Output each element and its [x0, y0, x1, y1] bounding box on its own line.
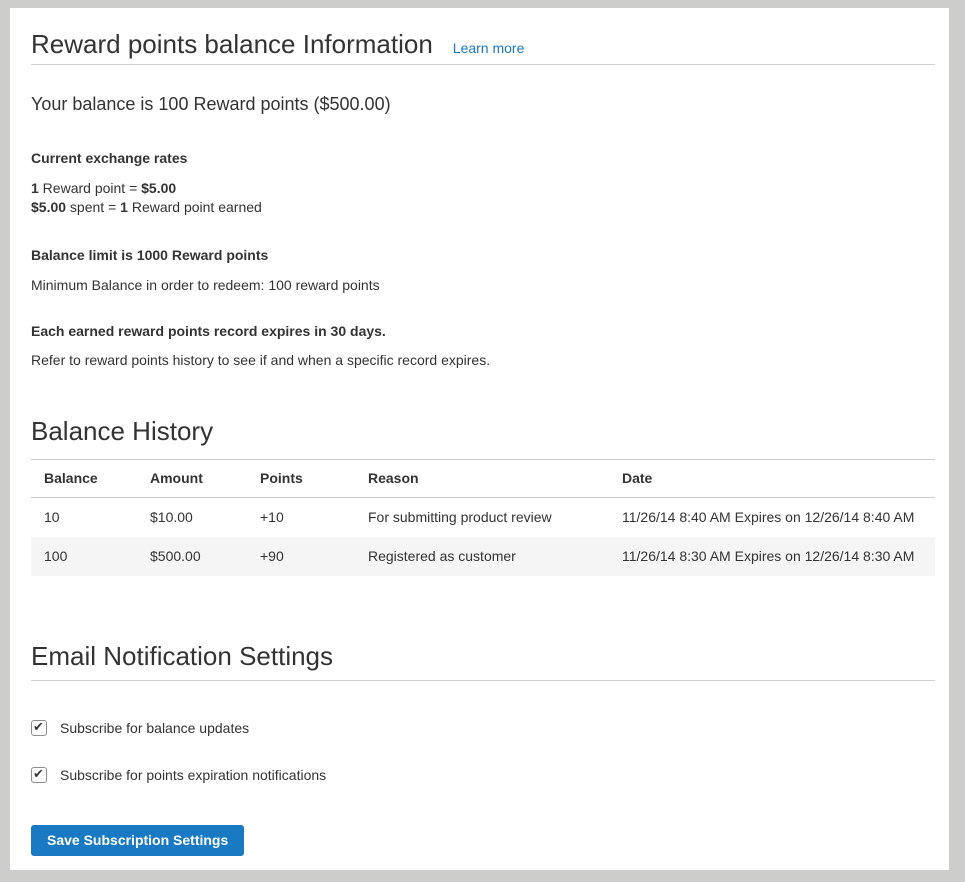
table-row: 100 $500.00 +90 Registered as customer 1… [31, 537, 935, 576]
expiration-notifications-label: Subscribe for points expiration notifica… [60, 767, 326, 783]
cell-amount: $10.00 [137, 498, 247, 538]
column-header-points: Points [247, 460, 355, 498]
cell-points: +90 [247, 537, 355, 576]
column-header-reason: Reason [355, 460, 609, 498]
cell-amount: $500.00 [137, 537, 247, 576]
expiration-note: Refer to reward points history to see if… [31, 352, 935, 368]
balance-history-table: Balance Amount Points Reason Date 10 $10… [31, 459, 935, 576]
expiration-notifications-checkbox[interactable] [31, 767, 47, 783]
balance-updates-label: Subscribe for balance updates [60, 720, 249, 736]
balance-updates-checkbox[interactable] [31, 720, 47, 736]
page-header: Reward points balance Information Learn … [31, 8, 935, 64]
balance-history-title: Balance History [31, 418, 935, 445]
cell-balance: 10 [31, 498, 137, 538]
table-row: 10 $10.00 +10 For submitting product rev… [31, 498, 935, 538]
rate-line1: 1 Reward point = $5.00 [31, 180, 176, 196]
subscribe-expiration-notifications-row[interactable]: Subscribe for points expiration notifica… [31, 767, 935, 783]
exchange-rates-lines: 1 Reward point = $5.00 $5.00 spent = 1 R… [31, 179, 935, 217]
minimum-redeem-note: Minimum Balance in order to redeem: 100 … [31, 277, 935, 293]
email-notification-settings-title: Email Notification Settings [31, 643, 935, 670]
reward-points-panel: Reward points balance Information Learn … [10, 8, 949, 870]
save-subscription-settings-button[interactable]: Save Subscription Settings [31, 825, 244, 856]
cell-reason: For submitting product review [355, 498, 609, 538]
column-header-amount: Amount [137, 460, 247, 498]
exchange-rates-heading: Current exchange rates [31, 150, 935, 166]
cell-date: 11/26/14 8:40 AM Expires on 12/26/14 8:4… [609, 498, 935, 538]
cell-date: 11/26/14 8:30 AM Expires on 12/26/14 8:3… [609, 537, 935, 576]
email-section-divider [31, 680, 935, 681]
table-header-row: Balance Amount Points Reason Date [31, 460, 935, 498]
cell-balance: 100 [31, 537, 137, 576]
learn-more-link[interactable]: Learn more [453, 40, 525, 56]
page-title: Reward points balance Information [31, 25, 433, 63]
cell-points: +10 [247, 498, 355, 538]
expiration-heading: Each earned reward points record expires… [31, 323, 935, 339]
rate-line2: $5.00 spent = 1 Reward point earned [31, 199, 262, 215]
subscribe-balance-updates-row[interactable]: Subscribe for balance updates [31, 720, 935, 736]
column-header-balance: Balance [31, 460, 137, 498]
column-header-date: Date [609, 460, 935, 498]
cell-reason: Registered as customer [355, 537, 609, 576]
header-divider [31, 64, 935, 65]
balance-summary: Your balance is 100 Reward points ($500.… [31, 94, 935, 114]
balance-limit-heading: Balance limit is 1000 Reward points [31, 247, 935, 263]
